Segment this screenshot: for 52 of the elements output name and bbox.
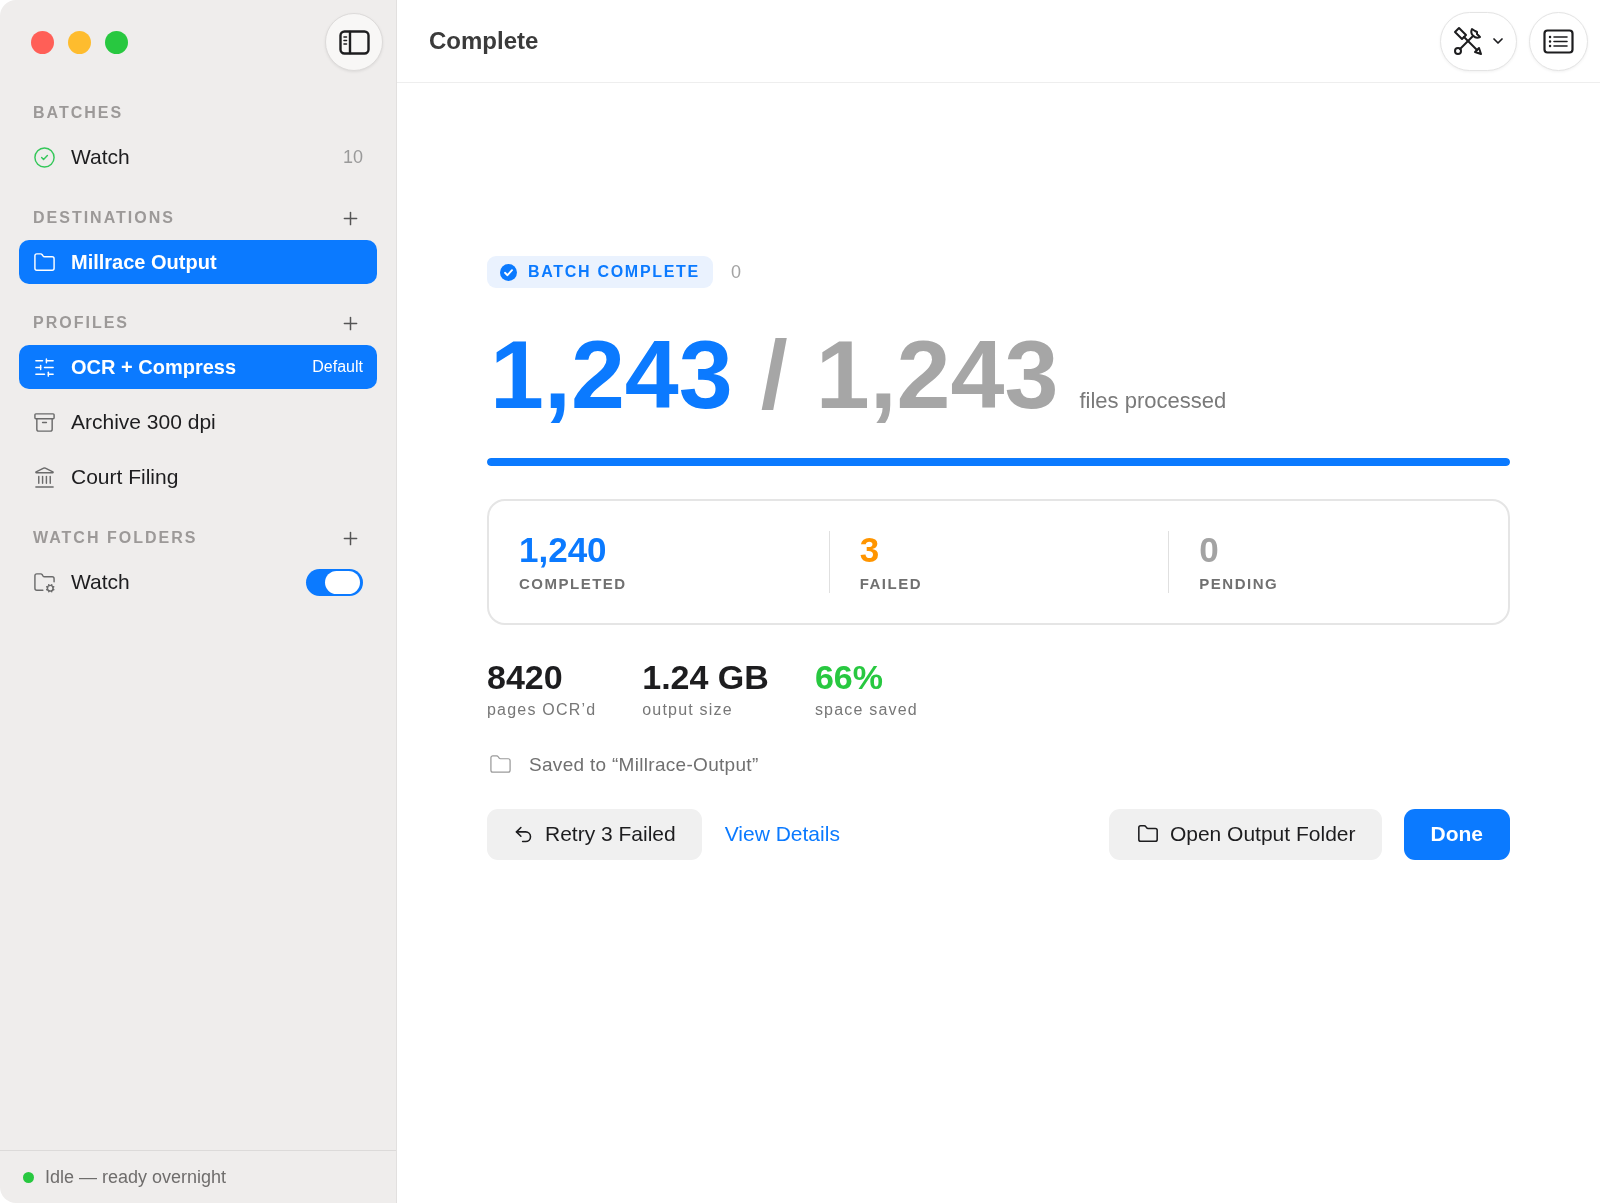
metric-value: 66% (814, 658, 884, 696)
default-label: Default (312, 358, 363, 376)
landmark-icon (33, 465, 56, 489)
folder-gear-icon (33, 570, 56, 594)
stat-label: FAILED (859, 574, 923, 593)
sidebar-item[interactable]: Court Filing (19, 455, 377, 499)
tools-icon (1451, 25, 1484, 57)
metric-label: space saved (814, 699, 918, 720)
sidebar-item[interactable]: Archive 300 dpi (19, 400, 377, 444)
counter-text: 0 (730, 261, 741, 283)
saved-location-text: Saved to “Millrace-Output” (529, 752, 759, 777)
sidebar-item[interactable]: Watch (19, 560, 377, 604)
view-details-link[interactable]: View Details (724, 822, 840, 847)
retry-button[interactable]: Retry 3 Failed (487, 808, 702, 860)
sidebar-item[interactable]: Watch 10 (19, 135, 377, 179)
sidebar-item[interactable]: OCR + Compress Default (19, 345, 377, 389)
metric-label: pages OCR’d (487, 699, 597, 720)
list-icon (1543, 28, 1574, 54)
separator-text: / (760, 326, 788, 423)
folder-icon (33, 250, 56, 274)
page-title: Complete (429, 27, 539, 55)
open-folder-button[interactable]: Open Output Folder (1108, 808, 1382, 860)
metric-value: 1.24 GB (642, 658, 769, 696)
done-button[interactable]: Done (1403, 808, 1510, 860)
check-circle-icon (500, 263, 517, 281)
stat-value: 1,240 (519, 531, 608, 570)
stat-label: PENDING (1199, 574, 1280, 593)
count-caption: files processed (1079, 388, 1227, 414)
stat-value: 3 (859, 531, 881, 570)
status-text: Idle — ready overnight (45, 1166, 227, 1188)
sidebar-item[interactable]: Millrace Output (19, 240, 377, 284)
batch-status-label: BATCH COMPLETE (528, 263, 700, 281)
section-title: WATCH FOLDERS (33, 529, 198, 547)
toggle-switch[interactable] (306, 568, 363, 596)
tools-menu-button[interactable] (1440, 11, 1517, 71)
section-title: PROFILES (33, 314, 129, 332)
list-view-button[interactable] (1529, 11, 1588, 71)
sidebar-toggle-button[interactable] (325, 13, 383, 71)
stat-label: COMPLETED (519, 574, 628, 593)
item-count: 10 (342, 146, 363, 168)
processed-count: 1,243 (490, 326, 733, 423)
close-window-icon[interactable] (31, 30, 54, 54)
check-circle-icon (33, 145, 56, 169)
sidebar-icon (338, 29, 370, 55)
archive-box-icon (33, 410, 56, 434)
sliders-icon (33, 355, 56, 379)
section-title: BATCHES (33, 104, 124, 122)
total-count: 1,243 (815, 326, 1059, 423)
metric-value: 8420 (487, 658, 564, 696)
metric-label: output size (642, 699, 734, 720)
section-title: DESTINATIONS (33, 209, 175, 227)
stat-value: 0 (1199, 531, 1220, 570)
